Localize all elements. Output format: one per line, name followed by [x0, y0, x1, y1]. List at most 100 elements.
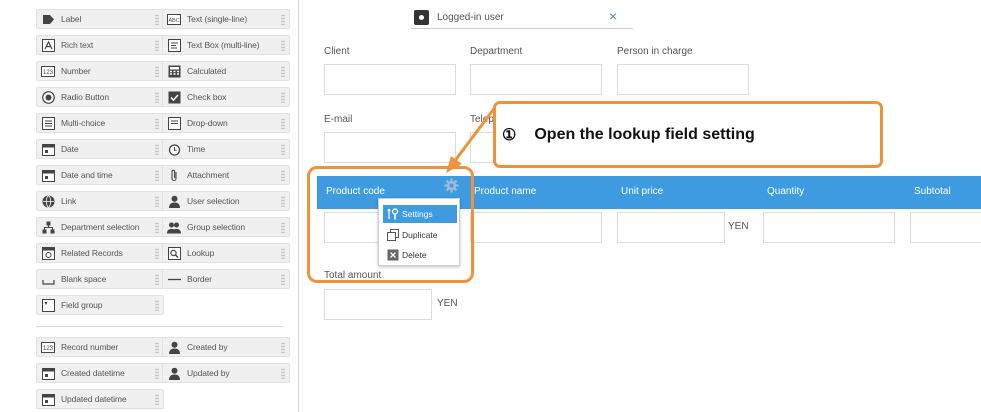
palette-item-field-group[interactable]: Field group: [36, 295, 164, 315]
person-in-charge-label: Person in charge: [617, 46, 693, 57]
palette-item-multi-choice[interactable]: Multi-choice: [36, 113, 164, 133]
header-product-name: Product name: [474, 186, 537, 197]
palette-item-text: Link: [61, 196, 77, 206]
palette-item-date[interactable]: Date: [36, 139, 164, 159]
department-field[interactable]: [470, 64, 602, 95]
palette-item-text: Multi-choice: [61, 118, 106, 128]
department-label: Department: [470, 46, 523, 57]
palette-item-text: Date and time: [61, 170, 113, 180]
palette-item-text: Updated datetime: [61, 394, 127, 404]
palette-item-record-number[interactable]: 123 Record number: [36, 337, 164, 357]
calculator-icon: [167, 65, 181, 78]
palette-item-text: Label: [61, 14, 82, 24]
date-icon: [41, 143, 55, 156]
palette-item-border[interactable]: Border: [162, 269, 290, 289]
palette-item-number[interactable]: 123 Number: [36, 61, 164, 81]
palette-item-group-selection[interactable]: Group selection: [162, 217, 290, 237]
palette-item-link[interactable]: Link: [36, 191, 164, 211]
palette-item-text: Created datetime: [61, 368, 125, 378]
total-amount-yen-label: YEN: [437, 298, 458, 309]
highlight-frame: [307, 166, 474, 283]
number-icon: 123: [41, 65, 55, 78]
palette-item-text: Time: [187, 144, 206, 154]
palette-item-text: Department selection: [61, 222, 140, 232]
palette-divider: [36, 326, 283, 327]
svg-text:123: 123: [43, 346, 54, 352]
instruction-callout: ① Open the lookup field setting: [493, 101, 883, 168]
check-box-icon: [167, 91, 181, 104]
svg-text:ABC: ABC: [169, 18, 180, 24]
header-unit-price: Unit price: [621, 186, 664, 197]
client-field[interactable]: [324, 64, 456, 95]
palette-item-label[interactable]: Label: [36, 9, 164, 29]
email-field[interactable]: [324, 132, 456, 163]
palette-item-radio-button[interactable]: Radio Button: [36, 87, 164, 107]
palette-item-text: Lookup: [187, 248, 215, 258]
attachment-icon: [167, 169, 181, 182]
palette-item-check-box[interactable]: Check box: [162, 87, 290, 107]
palette-item-text: User selection: [187, 196, 240, 206]
lookup-icon: [167, 246, 181, 260]
related-records-icon: [41, 246, 55, 260]
palette-item-text: Text (single-line): [187, 14, 248, 24]
unit-price-input[interactable]: [617, 212, 725, 243]
record-number-icon: 123: [41, 341, 55, 354]
palette-item-text: Related Records: [61, 248, 123, 258]
palette-item-text: Group selection: [187, 222, 246, 232]
header-subtotal: Subtotal: [914, 186, 951, 197]
palette-item-text-single-line[interactable]: ABC Text (single-line): [162, 9, 290, 29]
palette-item-text: Text Box (multi-line): [187, 40, 260, 50]
multi-choice-icon: [41, 116, 55, 130]
label-tag-icon: [41, 13, 55, 26]
palette-item-department-selection[interactable]: Department selection: [36, 217, 164, 237]
time-clock-icon: [167, 143, 181, 156]
email-label: E-mail: [324, 114, 353, 125]
field-group-icon: [41, 298, 55, 312]
palette-item-text: Check box: [187, 92, 227, 102]
quantity-input[interactable]: [763, 212, 895, 243]
group-icon: [167, 221, 181, 234]
palette-item-created-by[interactable]: Created by: [162, 337, 290, 357]
palette-item-text: Updated by: [187, 368, 230, 378]
palette-item-related-records[interactable]: Related Records: [36, 243, 164, 263]
close-icon[interactable]: ×: [609, 9, 617, 23]
drop-down-icon: [167, 116, 181, 130]
palette-item-text: Blank space: [61, 274, 107, 284]
palette-item-attachment[interactable]: Attachment: [162, 165, 290, 185]
header-quantity: Quantity: [767, 186, 805, 197]
palette-item-blank-space[interactable]: Blank space: [36, 269, 164, 289]
person-in-charge-field[interactable]: [617, 64, 749, 95]
subtotal-input[interactable]: [910, 212, 981, 243]
text-single-line-icon: ABC: [167, 13, 181, 26]
palette-item-updated-by[interactable]: Updated by: [162, 363, 290, 383]
palette-item-rich-text[interactable]: Rich text: [36, 35, 164, 55]
palette-item-text-box-multi-line[interactable]: Text Box (multi-line): [162, 35, 290, 55]
radio-button-icon: [41, 90, 55, 104]
updated-datetime-icon: [41, 393, 55, 406]
total-amount-field[interactable]: [324, 289, 432, 320]
palette-item-text: Rich text: [61, 40, 94, 50]
client-label: Client: [324, 46, 350, 57]
product-name-input[interactable]: [470, 212, 602, 243]
border-line-icon: [167, 273, 181, 286]
palette-item-created-datetime[interactable]: Created datetime: [36, 363, 164, 383]
callout-number: ①: [502, 126, 517, 144]
palette-item-text: Calculated: [187, 66, 227, 76]
palette-item-drop-down[interactable]: Drop-down: [162, 113, 290, 133]
palette-item-date-and-time[interactable]: Date and time: [36, 165, 164, 185]
user-chip-icon: [414, 10, 429, 25]
palette-item-user-selection[interactable]: User selection: [162, 191, 290, 211]
date-time-icon: [41, 169, 55, 182]
palette-item-text: Border: [187, 274, 212, 284]
created-datetime-icon: [41, 367, 55, 380]
blank-space-icon: [41, 273, 55, 286]
palette-item-calculated[interactable]: Calculated: [162, 61, 290, 81]
palette-item-text: Record number: [61, 342, 119, 352]
palette-item-lookup[interactable]: Lookup: [162, 243, 290, 263]
palette-item-time[interactable]: Time: [162, 139, 290, 159]
user-icon: [167, 195, 181, 208]
updated-by-user-icon: [167, 367, 181, 380]
palette-item-updated-datetime[interactable]: Updated datetime: [36, 389, 164, 409]
svg-text:123: 123: [43, 70, 54, 76]
palette-item-text: Number: [61, 66, 91, 76]
